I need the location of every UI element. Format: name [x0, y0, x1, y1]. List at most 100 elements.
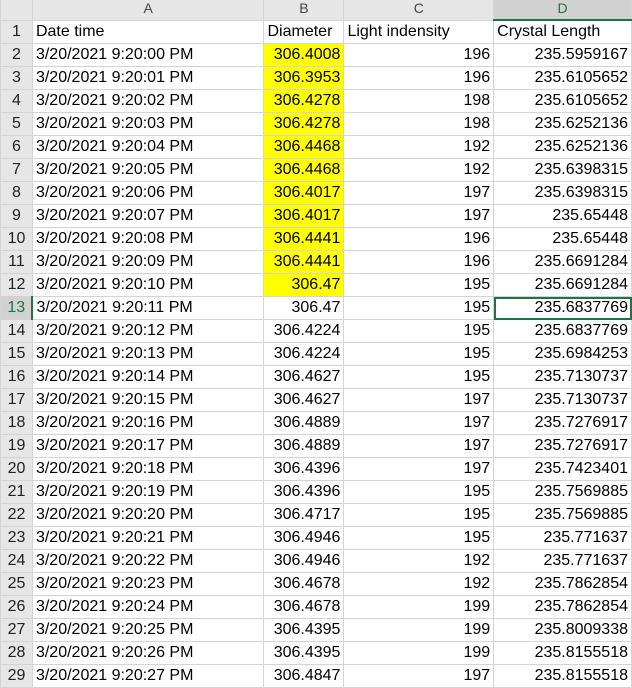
row-header[interactable]: 1	[0, 19, 33, 44]
row-header[interactable]: 7	[0, 158, 33, 182]
row-header[interactable]: 3	[0, 66, 33, 90]
crystal-length-cell[interactable]: 235.65448	[493, 227, 632, 251]
crystal-length-cell[interactable]: 235.6691284	[493, 250, 632, 274]
date-time-cell[interactable]: 3/20/2021 9:20:08 PM	[31, 227, 265, 251]
date-time-cell[interactable]: 3/20/2021 9:20:13 PM	[31, 342, 265, 366]
row-header[interactable]: 12	[0, 273, 33, 297]
crystal-length-cell[interactable]: 235.6837769	[493, 319, 632, 343]
diameter-cell[interactable]: 306.4946	[263, 549, 345, 573]
crystal-length-cell[interactable]: 235.7423401	[493, 457, 632, 481]
row-header[interactable]: 11	[0, 250, 33, 274]
light-indensity-cell[interactable]: 192	[343, 135, 495, 159]
diameter-cell[interactable]: 306.4441	[263, 250, 345, 274]
active-cell[interactable]: 235.6837769	[493, 296, 632, 320]
light-indensity-cell[interactable]: 197	[343, 434, 495, 458]
row-header[interactable]: 20	[0, 457, 33, 481]
light-indensity-cell[interactable]: 195	[343, 296, 495, 320]
crystal-length-cell[interactable]: 235.6105652	[493, 66, 632, 90]
row-header[interactable]: 28	[0, 641, 33, 665]
diameter-cell[interactable]: 306.4224	[263, 342, 345, 366]
row-header[interactable]: 29	[0, 664, 33, 688]
row-header[interactable]: 15	[0, 342, 33, 366]
crystal-length-cell[interactable]: 235.7276917	[493, 411, 632, 435]
column-header-c[interactable]: C	[343, 0, 495, 21]
date-time-cell[interactable]: 3/20/2021 9:20:03 PM	[31, 112, 265, 136]
header-cell-diameter[interactable]: Diameter	[263, 19, 345, 44]
date-time-cell[interactable]: 3/20/2021 9:20:18 PM	[31, 457, 265, 481]
diameter-cell[interactable]: 306.4441	[263, 227, 345, 251]
date-time-cell[interactable]: 3/20/2021 9:20:16 PM	[31, 411, 265, 435]
crystal-length-cell[interactable]: 235.65448	[493, 204, 632, 228]
date-time-cell[interactable]: 3/20/2021 9:20:12 PM	[31, 319, 265, 343]
row-header[interactable]: 17	[0, 388, 33, 412]
light-indensity-cell[interactable]: 192	[343, 158, 495, 182]
header-cell-date-time[interactable]: Date time	[31, 19, 265, 44]
diameter-cell[interactable]: 306.4224	[263, 319, 345, 343]
diameter-cell[interactable]: 306.4396	[263, 457, 345, 481]
crystal-length-cell[interactable]: 235.7130737	[493, 388, 632, 412]
date-time-cell[interactable]: 3/20/2021 9:20:06 PM	[31, 181, 265, 205]
row-header[interactable]: 22	[0, 503, 33, 527]
light-indensity-cell[interactable]: 196	[343, 43, 495, 67]
crystal-length-cell[interactable]: 235.7569885	[493, 480, 632, 504]
light-indensity-cell[interactable]: 199	[343, 641, 495, 665]
light-indensity-cell[interactable]: 198	[343, 89, 495, 113]
row-header[interactable]: 19	[0, 434, 33, 458]
diameter-cell[interactable]: 306.4847	[263, 664, 345, 688]
diameter-cell[interactable]: 306.4396	[263, 480, 345, 504]
crystal-length-cell[interactable]: 235.8155518	[493, 664, 632, 688]
date-time-cell[interactable]: 3/20/2021 9:20:24 PM	[31, 595, 265, 619]
light-indensity-cell[interactable]: 195	[343, 526, 495, 550]
light-indensity-cell[interactable]: 192	[343, 572, 495, 596]
header-cell-light-indensity[interactable]: Light indensity	[343, 19, 495, 44]
crystal-length-cell[interactable]: 235.771637	[493, 526, 632, 550]
date-time-cell[interactable]: 3/20/2021 9:20:09 PM	[31, 250, 265, 274]
light-indensity-cell[interactable]: 197	[343, 411, 495, 435]
crystal-length-cell[interactable]: 235.6691284	[493, 273, 632, 297]
column-header-a[interactable]: A	[31, 0, 265, 21]
row-header[interactable]: 5	[0, 112, 33, 136]
light-indensity-cell[interactable]: 197	[343, 204, 495, 228]
select-all-corner[interactable]	[0, 0, 33, 21]
diameter-cell[interactable]: 306.4468	[263, 135, 345, 159]
crystal-length-cell[interactable]: 235.6252136	[493, 112, 632, 136]
diameter-cell[interactable]: 306.4678	[263, 572, 345, 596]
row-header[interactable]: 6	[0, 135, 33, 159]
light-indensity-cell[interactable]: 196	[343, 66, 495, 90]
diameter-cell[interactable]: 306.4017	[263, 181, 345, 205]
diameter-cell[interactable]: 306.4395	[263, 641, 345, 665]
diameter-cell[interactable]: 306.4946	[263, 526, 345, 550]
row-header[interactable]: 18	[0, 411, 33, 435]
date-time-cell[interactable]: 3/20/2021 9:20:27 PM	[31, 664, 265, 688]
diameter-cell[interactable]: 306.4627	[263, 388, 345, 412]
row-header[interactable]: 26	[0, 595, 33, 619]
crystal-length-cell[interactable]: 235.6398315	[493, 181, 632, 205]
column-header-d[interactable]: D	[493, 0, 632, 21]
date-time-cell[interactable]: 3/20/2021 9:20:04 PM	[31, 135, 265, 159]
crystal-length-cell[interactable]: 235.7862854	[493, 595, 632, 619]
row-header[interactable]: 16	[0, 365, 33, 389]
date-time-cell[interactable]: 3/20/2021 9:20:25 PM	[31, 618, 265, 642]
row-header[interactable]: 23	[0, 526, 33, 550]
diameter-cell[interactable]: 306.47	[263, 273, 345, 297]
row-header[interactable]: 24	[0, 549, 33, 573]
diameter-cell[interactable]: 306.4017	[263, 204, 345, 228]
crystal-length-cell[interactable]: 235.8155518	[493, 641, 632, 665]
light-indensity-cell[interactable]: 192	[343, 549, 495, 573]
date-time-cell[interactable]: 3/20/2021 9:20:14 PM	[31, 365, 265, 389]
row-header[interactable]: 27	[0, 618, 33, 642]
light-indensity-cell[interactable]: 195	[343, 480, 495, 504]
light-indensity-cell[interactable]: 197	[343, 457, 495, 481]
header-cell-crystal-length[interactable]: Crystal Length	[493, 19, 632, 44]
row-header[interactable]: 4	[0, 89, 33, 113]
diameter-cell[interactable]: 306.4627	[263, 365, 345, 389]
light-indensity-cell[interactable]: 196	[343, 227, 495, 251]
crystal-length-cell[interactable]: 235.6398315	[493, 158, 632, 182]
date-time-cell[interactable]: 3/20/2021 9:20:26 PM	[31, 641, 265, 665]
date-time-cell[interactable]: 3/20/2021 9:20:02 PM	[31, 89, 265, 113]
date-time-cell[interactable]: 3/20/2021 9:20:11 PM	[31, 296, 265, 320]
row-header[interactable]: 21	[0, 480, 33, 504]
crystal-length-cell[interactable]: 235.6252136	[493, 135, 632, 159]
crystal-length-cell[interactable]: 235.6984253	[493, 342, 632, 366]
diameter-cell[interactable]: 306.4678	[263, 595, 345, 619]
